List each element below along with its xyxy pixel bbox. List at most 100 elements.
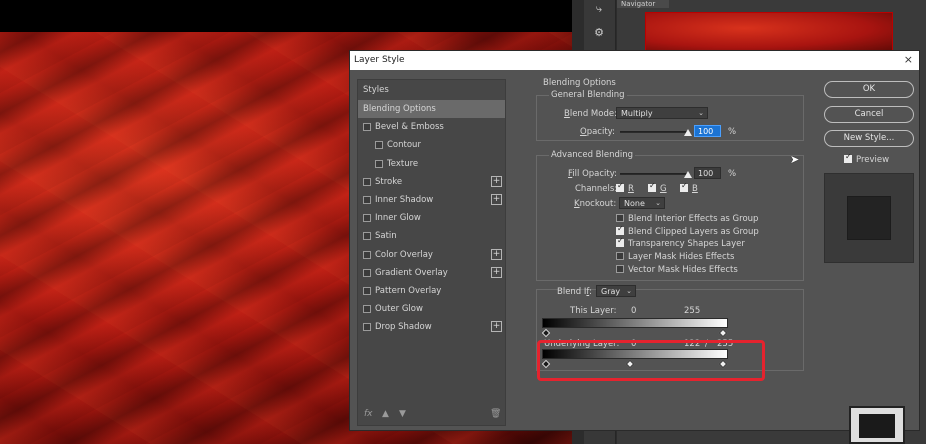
advanced-option-checkbox[interactable] [616,252,624,261]
knockout-value: None [624,199,645,208]
add-effect-icon[interactable]: + [491,194,502,205]
style-checkbox[interactable] [375,141,383,150]
style-checkbox[interactable] [363,123,371,132]
channel-r-label: R [628,184,634,194]
style-checkbox[interactable] [363,196,371,204]
blend-mode-label: Blend Mode: [564,109,617,119]
style-item-label: Pattern Overlay [375,286,442,296]
advanced-option-checkbox[interactable] [616,264,624,273]
style-checkbox[interactable] [363,268,371,277]
fx-icon[interactable]: fx [364,409,373,419]
blending-options-title: Blending Options [543,78,616,88]
style-item-inner-shadow[interactable]: Inner Shadow + [358,191,505,209]
this-layer-min: 0 [631,306,637,316]
opacity-unit: % [728,127,737,137]
fill-opacity-input[interactable]: 100 [694,167,721,179]
history-icon[interactable]: ⤷ [592,2,606,16]
this-layer-gradient [542,318,728,328]
style-item-label: Bevel & Emboss [375,122,444,133]
advanced-option-label: Blend Interior Effects as Group [628,214,759,224]
blend-if-label: Blend If: [557,287,592,297]
channel-g-checkbox[interactable] [648,181,656,192]
style-checkbox[interactable] [363,287,371,295]
advanced-option-checkbox[interactable] [616,236,624,248]
opacity-slider[interactable] [620,131,688,133]
channel-b-label: B [692,184,698,194]
style-checkbox[interactable] [363,214,371,223]
style-item-color-overlay[interactable]: Color Overlay + [358,246,505,264]
style-checkbox[interactable] [363,232,371,241]
style-item-stroke[interactable]: Stroke + [358,173,505,191]
ok-button[interactable]: OK [824,81,914,98]
channel-b-checkbox[interactable] [680,181,688,192]
style-preview-inner [847,196,891,240]
preview-checkbox[interactable] [844,152,852,163]
this-layer-label: This Layer: [570,306,617,316]
style-item-label: Satin [375,231,397,242]
move-up-icon[interactable]: ▲ [382,409,389,419]
move-down-icon[interactable]: ▼ [399,409,406,419]
style-checkbox[interactable] [363,177,371,186]
advanced-option-checkbox[interactable] [616,224,624,235]
style-item-label: Texture [387,158,419,169]
style-item-satin[interactable]: Satin [358,227,505,245]
add-effect-icon[interactable]: + [491,248,502,260]
advanced-option-label: Layer Mask Hides Effects [628,252,735,263]
add-effect-icon[interactable]: + [491,175,502,187]
style-item-label: Outer Glow [375,304,423,315]
style-item-drop-shadow[interactable]: Drop Shadow + [358,318,505,336]
general-blending-title: General Blending [549,90,627,100]
style-item-label: Inner Glow [375,213,421,224]
dialog-titlebar[interactable]: Layer Style × [350,51,919,70]
channel-r-checkbox[interactable] [616,181,624,192]
style-preview-swatch [824,173,914,263]
fill-opacity-label: Fill Opacity: [568,169,618,179]
new-style-button[interactable]: New Style... [824,130,914,147]
knockout-label: Knockout: [574,199,617,209]
chevron-down-icon: ⌄ [626,287,632,295]
advanced-blending-title: Advanced Blending [549,150,636,160]
this-layer-max: 255 [684,306,701,316]
style-item-inner-glow[interactable]: Inner Glow [358,209,505,227]
dialog-title: Layer Style [354,55,405,65]
navigator-thumbnail[interactable] [645,12,893,52]
style-item-blending-options[interactable]: Blending Options [358,100,505,118]
add-effect-icon[interactable]: + [491,321,502,333]
properties-icon[interactable]: ⚙ [592,26,606,40]
channel-g-label: G [660,184,667,194]
corner-overlay-widget [849,406,905,444]
style-item-gradient-overlay[interactable]: Gradient Overlay + [358,264,505,282]
trash-icon[interactable]: 🗑 [490,409,501,419]
knockout-dropdown[interactable]: None ⌄ [619,197,665,209]
style-item-texture[interactable]: Texture [358,155,505,173]
style-item-bevel-emboss[interactable]: Bevel & Emboss [358,118,505,136]
style-checkbox[interactable] [363,250,371,259]
style-checkbox[interactable] [363,305,371,314]
style-item-contour[interactable]: Contour [358,136,505,154]
mouse-cursor-icon: ➤ [790,153,800,166]
styles-header[interactable]: Styles [363,85,389,95]
fill-opacity-slider-thumb[interactable] [684,171,692,178]
navigator-tab[interactable]: Navigator [617,0,669,8]
opacity-slider-thumb[interactable] [684,129,692,136]
style-item-outer-glow[interactable]: Outer Glow [358,300,505,318]
style-checkbox[interactable] [363,323,371,332]
cancel-button[interactable]: Cancel [824,106,914,123]
style-item-pattern-overlay[interactable]: Pattern Overlay [358,282,505,300]
style-item-label: Color Overlay [375,249,433,260]
blend-mode-dropdown[interactable]: Multiply ⌄ [616,107,708,119]
opacity-input[interactable]: 100 [694,125,721,137]
corner-overlay-icon [859,414,895,438]
style-item-label: Blending Options [363,104,436,114]
add-effect-icon[interactable]: + [491,266,502,278]
channels-label: Channels: [575,184,618,194]
style-item-label: Contour [387,140,421,151]
fill-opacity-slider[interactable] [620,173,688,175]
style-item-label: Gradient Overlay [375,267,448,278]
blend-if-dropdown[interactable]: Gray ⌄ [596,285,636,297]
advanced-option-checkbox[interactable] [616,214,624,222]
style-checkbox[interactable] [375,159,383,168]
close-icon[interactable]: × [904,53,913,66]
advanced-option-label: Blend Clipped Layers as Group [628,226,759,237]
opacity-label: Opacity: [580,127,615,137]
